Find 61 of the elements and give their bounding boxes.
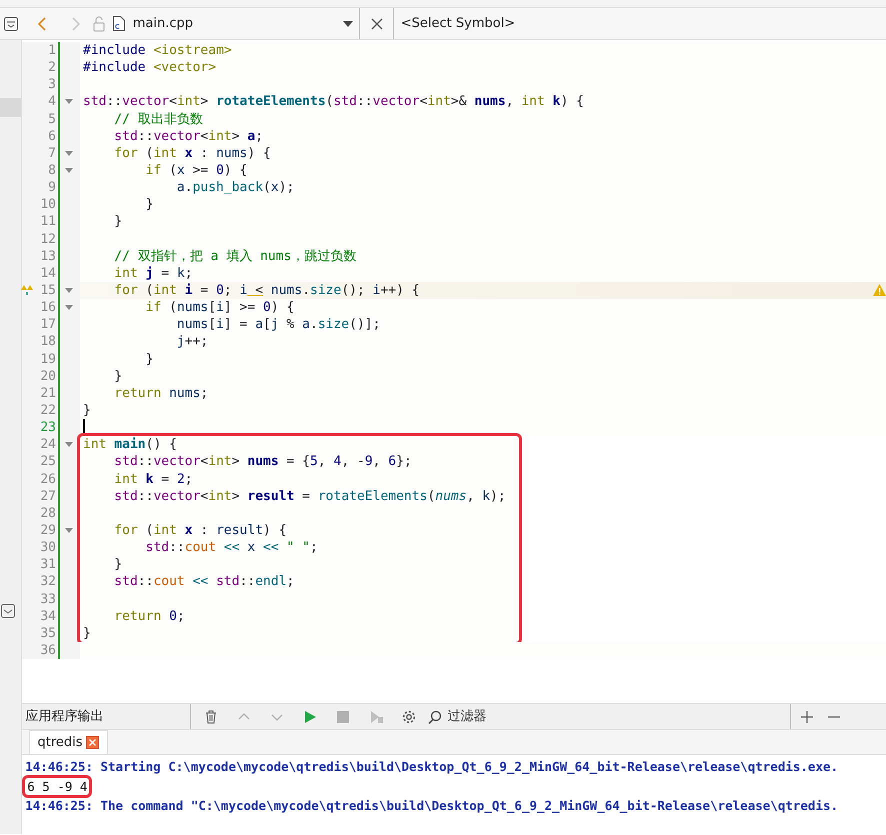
code-line: j++; <box>176 334 208 350</box>
collapse-icon[interactable] <box>0 603 16 619</box>
filter-field[interactable]: 过滤器 <box>446 706 566 728</box>
file-icon <box>112 15 126 32</box>
close-icon[interactable] <box>86 736 99 749</box>
code-line: a.push_back(x); <box>176 180 294 196</box>
lock-icon <box>92 16 106 32</box>
sidebar-toggle-icon[interactable] <box>3 16 20 32</box>
file-selector[interactable]: main.cpp <box>132 14 353 34</box>
code-line: return nums; <box>113 386 208 401</box>
code-line: if (x >= 0) { <box>144 162 248 178</box>
fold-arrow-icon[interactable] <box>65 528 73 533</box>
code-line: for (int x : result) { <box>113 522 287 538</box>
code-line: for (int i = 0; i < nums.size(); i++) { <box>113 282 420 300</box>
fold-arrow-icon[interactable] <box>65 99 73 104</box>
code-line: } <box>113 368 122 384</box>
code-line: return 0; <box>113 608 185 624</box>
code-line: for (int x : nums) { <box>113 146 271 161</box>
fold-arrow-icon[interactable] <box>65 168 73 174</box>
play-icon <box>302 710 316 724</box>
fold-arrow-icon[interactable] <box>65 305 73 310</box>
dropdown-caret-icon <box>342 20 353 26</box>
stop-icon <box>336 710 350 724</box>
code-line: std::vector<int> a; <box>113 128 264 144</box>
code-line: std::vector<int> nums = {5, 4, -9, 6}; <box>113 454 412 470</box>
code-line: std::cout << x << " "; <box>144 540 318 556</box>
code-line: int j = k; <box>113 266 193 281</box>
code-line: if (nums[i] >= 0) { <box>144 300 294 316</box>
code-line: } <box>144 352 154 367</box>
code-line: int main() { <box>83 437 177 452</box>
code-line: } <box>113 214 122 230</box>
code-line: std::vector<int> rotateElements(std::vector<int>& nums, int k) { <box>83 94 584 110</box>
code-line: // 取出非负数 <box>113 112 203 127</box>
code-line: } <box>144 197 154 212</box>
output-tab[interactable]: qtredis <box>28 730 108 754</box>
search-icon <box>428 710 442 724</box>
output-line: 6 5 -9 4 <box>25 778 90 795</box>
panel-title: 应用程序输出 <box>25 708 104 726</box>
warning-icon <box>873 284 886 296</box>
code-line: #include <vector> <box>83 60 216 76</box>
code-line: int k = 2; <box>113 472 193 487</box>
line-number: 36 <box>22 642 60 660</box>
code-line: #include <iostream> <box>83 43 232 58</box>
fold-arrow-icon[interactable] <box>65 288 73 294</box>
symbol-selector[interactable]: <Select Symbol> <box>400 14 516 34</box>
code-line: } <box>83 626 91 641</box>
code-line: std::cout << std::endl; <box>113 574 294 590</box>
code-line: } <box>83 402 91 418</box>
settings-icon <box>402 710 416 724</box>
run-debug-icon <box>368 710 382 724</box>
output-line: 14:46:25: The command "C:\mycode\mycode\qtredis\build\Desktop_Qt_6_9_2_MinGW_64_bit-Release\release\qtredis. <box>25 798 838 814</box>
fold-arrow-icon[interactable] <box>65 150 73 156</box>
close-icon <box>370 18 383 30</box>
plus-icon <box>801 710 814 722</box>
fold-arrow-icon[interactable] <box>65 442 73 448</box>
output-line: 14:46:25: Starting C:\mycode\mycode\qtredis\build\Desktop_Qt_6_9_2_MinGW_64_bit-Release\release\qtredis.exe. <box>25 759 838 774</box>
trash-icon <box>204 710 218 724</box>
code-line: std::vector<int> result = rotateElements(nums, k); <box>113 488 506 504</box>
code-line: } <box>113 557 122 572</box>
code-line: nums[i] = a[j % a.size()]; <box>176 317 380 332</box>
code-line: // 双指针，把 a 填入 nums，跳过负数 <box>113 248 356 264</box>
